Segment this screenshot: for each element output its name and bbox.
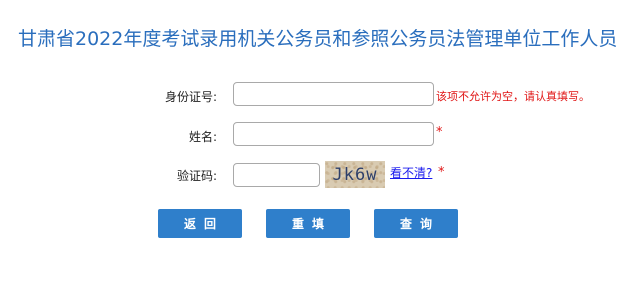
captcha-row: 验证码: Jk6w 看不清? * [0,161,640,191]
captcha-label: 验证码: [176,169,217,183]
captcha-required-mark: * [438,165,445,180]
reset-button[interactable]: 重填 [266,209,350,238]
name-label: 姓名: [188,130,217,144]
query-button[interactable]: 查询 [374,209,458,238]
query-page: 甘肃省2022年度考试录用机关公务员和参照公务员法管理单位工作人员 身份证号: … [0,0,640,281]
id-number-label: 身份证号: [164,90,217,104]
id-number-input[interactable] [233,82,434,106]
back-button[interactable]: 返回 [158,209,242,238]
name-row: 姓名: * [0,122,640,152]
id-number-row: 身份证号: 该项不允许为空，请认真填写。 [0,82,640,112]
name-required-mark: * [436,125,443,140]
captcha-input[interactable] [233,163,320,187]
refresh-captcha-link[interactable]: 看不清? [390,164,432,181]
name-input[interactable] [233,122,434,146]
page-title: 甘肃省2022年度考试录用机关公务员和参照公务员法管理单位工作人员 [18,28,618,50]
id-number-error: 该项不允许为空，请认真填写。 [436,90,590,103]
captcha-image[interactable]: Jk6w [325,161,385,188]
